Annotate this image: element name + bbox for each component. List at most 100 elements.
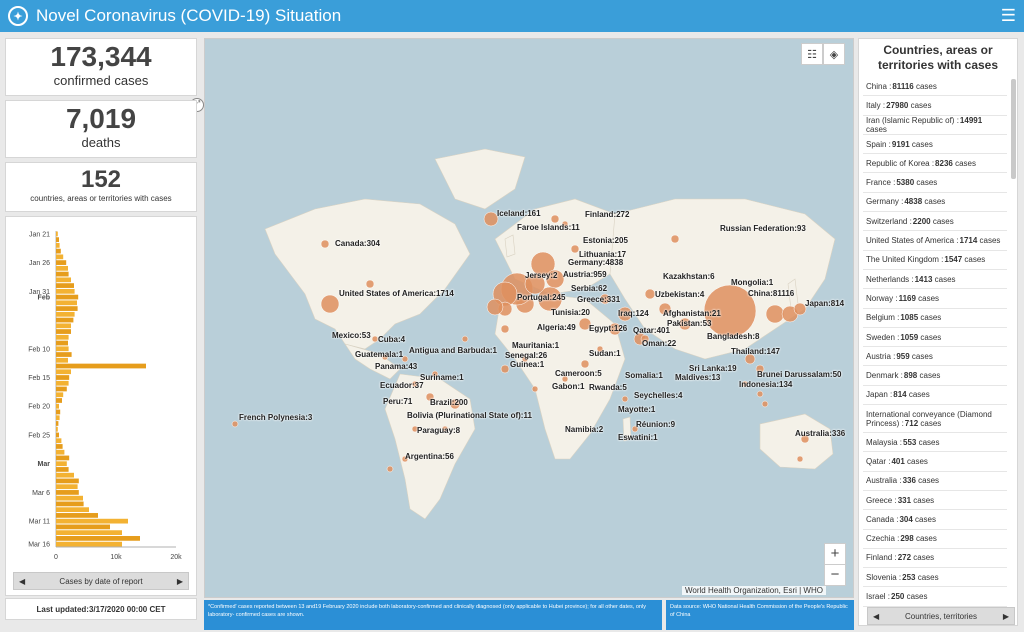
- case-bubble[interactable]: [386, 465, 394, 473]
- country-list-item[interactable]: Italy :27980 cases: [863, 96, 1007, 116]
- case-bubble[interactable]: [550, 214, 560, 224]
- case-bubble[interactable]: [500, 324, 510, 334]
- country-list-item[interactable]: Netherlands :1413 cases: [863, 270, 1007, 290]
- epi-bar: [56, 524, 110, 530]
- country-list-item-text: Belgium :1085 cases: [866, 313, 942, 323]
- epi-bar: [56, 357, 68, 363]
- case-bubble[interactable]: [621, 395, 629, 403]
- map-country-label: Serbia:62: [571, 284, 608, 293]
- country-list-item-text: China :81116 cases: [866, 81, 937, 91]
- map-country-label: Guatemala:1: [355, 350, 404, 359]
- case-bubble[interactable]: [670, 234, 680, 244]
- y-tick-label: Feb 10: [28, 346, 50, 353]
- countries-list-panel: Countries, areas or territories with cas…: [858, 38, 1018, 626]
- epi-curve-chart: Jan 21Jan 26Jan 31FebFeb 10Feb 15Feb 20F…: [28, 231, 182, 561]
- country-list-item-text: Netherlands :1413 cases: [866, 274, 956, 284]
- country-list-item-text: International conveyance (Diamond Prince…: [866, 409, 992, 428]
- case-bubble[interactable]: [765, 304, 785, 324]
- map-country-label: Iraq:124: [618, 309, 649, 318]
- y-tick-label: Mar 6: [32, 490, 50, 497]
- map-country-label: Qatar:401: [633, 326, 670, 335]
- zoom-out-button[interactable]: −: [825, 564, 845, 585]
- epi-bar: [56, 323, 71, 329]
- map-country-label: Sudan:1: [589, 349, 621, 358]
- legend-list-button[interactable]: ☷: [801, 43, 823, 65]
- country-list-item[interactable]: Austria :959 cases: [863, 347, 1007, 367]
- country-list-item[interactable]: Japan :814 cases: [863, 386, 1007, 406]
- country-list-item-text: Malaysia :553 cases: [866, 437, 940, 447]
- x-tick-label: 10k: [110, 554, 122, 561]
- case-bubble[interactable]: [320, 294, 340, 314]
- y-tick-label: Mar 16: [28, 542, 50, 549]
- app-header: ✦ Novel Coronavirus (COVID-19) Situation…: [0, 0, 1024, 32]
- epi-bar: [56, 432, 59, 438]
- case-bubble[interactable]: [483, 211, 499, 227]
- country-list-item[interactable]: Norway :1169 cases: [863, 289, 1007, 309]
- chevron-right-icon[interactable]: ▶: [1003, 612, 1009, 621]
- country-list-item[interactable]: Republic of Korea :8236 cases: [863, 154, 1007, 174]
- country-list-item[interactable]: Qatar :401 cases: [863, 452, 1007, 472]
- case-bubble[interactable]: [796, 455, 804, 463]
- case-bubble[interactable]: [570, 244, 580, 254]
- world-map[interactable]: ☷ ◈ Iceland:161 Finland:272 Faroe Islands:…: [204, 38, 854, 598]
- case-bubble[interactable]: [461, 335, 469, 343]
- confirmed-cases-panel: 173,344 confirmed cases: [5, 38, 197, 96]
- map-country-label: Austria:959: [563, 270, 607, 279]
- map-country-label: Indonesia:134: [739, 380, 793, 389]
- country-list-item-text: Germany :4838 cases: [866, 197, 946, 207]
- country-list-item[interactable]: The United Kingdom :1547 cases: [863, 251, 1007, 270]
- hamburger-menu-icon[interactable]: ☰: [1001, 6, 1016, 26]
- country-list-item[interactable]: Iran (Islamic Republic of) :14991 cases: [863, 116, 1007, 135]
- zoom-in-button[interactable]: +: [825, 544, 845, 564]
- country-list-item[interactable]: Spain :9191 cases: [863, 135, 1007, 155]
- country-list-item-text: Republic of Korea :8236 cases: [866, 158, 976, 168]
- country-list-item[interactable]: Israel :250 cases: [863, 587, 1007, 607]
- country-list-item[interactable]: Malaysia :553 cases: [863, 433, 1007, 453]
- country-list-item-text: United States of America :1714 cases: [866, 236, 1001, 246]
- epi-bar: [56, 467, 69, 472]
- case-bubble[interactable]: [580, 359, 590, 369]
- case-bubble[interactable]: [320, 239, 330, 249]
- chevron-right-icon[interactable]: ▶: [177, 577, 183, 586]
- country-list-item[interactable]: Greece :331 cases: [863, 491, 1007, 511]
- map-country-label: Sri Lanka:19: [689, 364, 737, 373]
- country-list-item[interactable]: France :5380 cases: [863, 173, 1007, 193]
- country-list-item[interactable]: Czechia :298 cases: [863, 530, 1007, 549]
- chevron-left-icon[interactable]: ◀: [19, 577, 25, 586]
- map-country-label: Estonia:205: [583, 236, 628, 245]
- country-list-item[interactable]: Slovenia :253 cases: [863, 568, 1007, 588]
- case-bubble[interactable]: [365, 279, 375, 289]
- case-bubble[interactable]: [531, 385, 539, 393]
- map-country-label: Australia:336: [795, 429, 846, 438]
- case-bubble[interactable]: [486, 298, 504, 316]
- case-bubble[interactable]: [756, 390, 764, 398]
- country-list-item[interactable]: Australia :336 cases: [863, 472, 1007, 491]
- layers-button[interactable]: ◈: [823, 43, 845, 65]
- country-list-item[interactable]: Switzerland :2200 cases: [863, 212, 1007, 232]
- country-list-item[interactable]: Sweden :1059 cases: [863, 328, 1007, 348]
- epi-bar: [56, 421, 59, 426]
- list-scrollbar[interactable]: [1011, 79, 1016, 179]
- country-list-item[interactable]: Germany :4838 cases: [863, 193, 1007, 213]
- map-country-label: Bolivia (Plurinational State of):11: [407, 411, 532, 420]
- country-list-item[interactable]: Belgium :1085 cases: [863, 309, 1007, 328]
- country-list-item[interactable]: Denmark :898 cases: [863, 366, 1007, 386]
- case-bubble[interactable]: [500, 364, 510, 374]
- zoom-control: + −: [824, 543, 846, 586]
- who-logo-icon: ✦: [8, 6, 28, 26]
- country-list-item-text: France :5380 cases: [866, 178, 938, 188]
- country-list-item[interactable]: International conveyance (Diamond Prince…: [863, 405, 1007, 434]
- epi-bar: [56, 449, 65, 455]
- y-tick-label: Feb 25: [28, 432, 50, 439]
- deaths-value: 7,019: [65, 103, 137, 134]
- chevron-left-icon[interactable]: ◀: [873, 612, 879, 621]
- y-tick-label: Feb 15: [28, 375, 50, 382]
- country-list-item[interactable]: United States of America :1714 cases: [863, 231, 1007, 251]
- case-bubble[interactable]: [761, 400, 769, 408]
- case-bubble[interactable]: [644, 288, 656, 300]
- country-list-item-text: Qatar :401 cases: [866, 456, 928, 466]
- country-list-item[interactable]: Canada :304 cases: [863, 510, 1007, 530]
- country-list-item[interactable]: China :81116 cases: [863, 77, 1007, 97]
- country-list-item[interactable]: Finland :272 cases: [863, 549, 1007, 569]
- case-bubble[interactable]: [231, 420, 239, 428]
